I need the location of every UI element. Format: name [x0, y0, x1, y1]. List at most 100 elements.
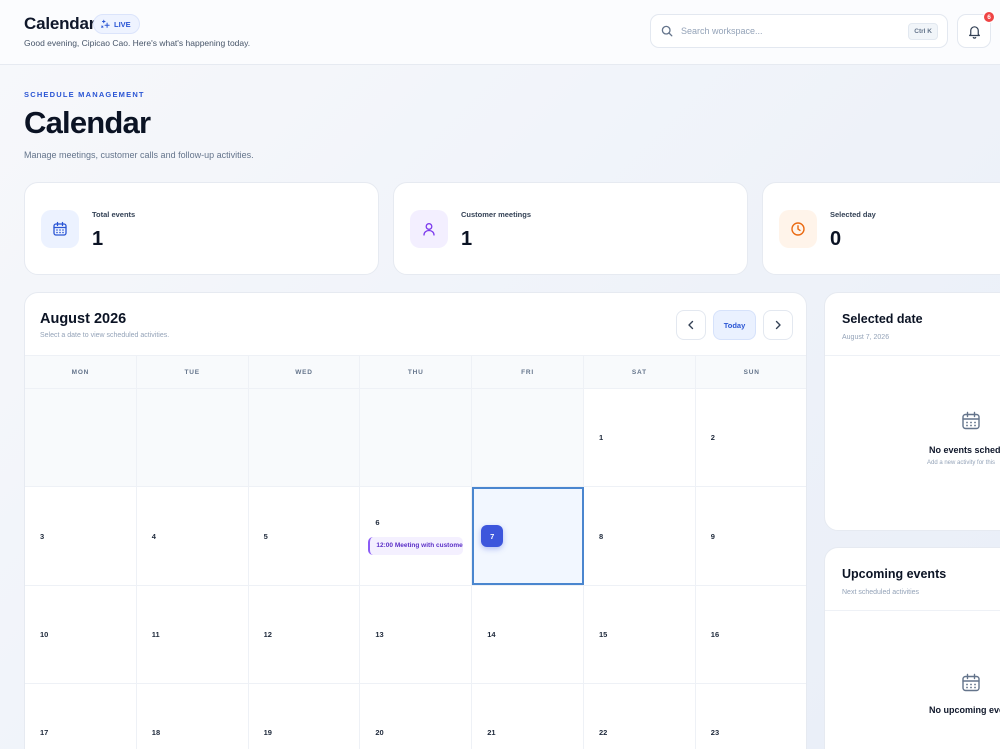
- weekday-header: MON TUE WED THU FRI SAT SUN: [25, 355, 806, 389]
- greeting-text: Good evening, Cipicao Cao. Here's what's…: [24, 38, 251, 48]
- day-number: 16: [710, 629, 720, 639]
- stat-card-total-events: Total events 1: [24, 182, 379, 275]
- calendar-day-empty: [248, 389, 361, 487]
- calendar-day[interactable]: 19: [249, 684, 361, 749]
- day-number: 19: [263, 728, 272, 738]
- day-number: 12: [263, 629, 272, 639]
- event-chip[interactable]: 12:00 Meeting with customer: [368, 536, 464, 555]
- day-number: 3: [40, 531, 45, 541]
- stat-label: Selected day: [830, 210, 876, 219]
- calendar-month-label: August 2026: [40, 311, 127, 327]
- selected-date-panel: Selected date August 7, 2026 No events s…: [824, 292, 1000, 531]
- calendar-day[interactable]: 12: [249, 585, 361, 684]
- calendar-day-selected[interactable]: 7: [472, 487, 584, 585]
- calendar-icon: [962, 673, 980, 692]
- day-number: 11: [151, 629, 160, 639]
- calendar-icon: [53, 221, 67, 236]
- calendar-day[interactable]: 17: [25, 684, 137, 749]
- day-number: 6: [375, 517, 380, 527]
- clock-icon: [791, 222, 805, 236]
- calendar-day[interactable]: 3: [25, 487, 137, 585]
- day-number: 7: [481, 525, 504, 548]
- panel-subtitle: Next scheduled activities: [842, 589, 920, 596]
- calendar-hint: Select a date to view scheduled activiti…: [40, 332, 170, 339]
- calendar-day[interactable]: 2: [696, 389, 806, 486]
- stat-value: 0: [830, 228, 842, 250]
- calendar-day[interactable]: 15: [584, 585, 696, 684]
- calendar-day[interactable]: 20: [360, 684, 473, 749]
- day-number: 10: [40, 629, 49, 639]
- day-number: 22: [598, 728, 608, 738]
- panel-title: Upcoming events: [842, 567, 947, 581]
- day-number: 8: [598, 531, 604, 541]
- search-box[interactable]: Ctrl K: [650, 14, 948, 48]
- calendar-icon: [962, 411, 980, 430]
- page-subtitle: Manage meetings, customer calls and foll…: [24, 150, 254, 160]
- user-icon: [423, 223, 435, 236]
- calendar-day[interactable]: 18: [137, 684, 249, 749]
- calendar-day[interactable]: 5: [249, 487, 361, 585]
- day-number: 9: [710, 531, 715, 541]
- section-eyebrow: SCHEDULE MANAGEMENT: [24, 90, 145, 99]
- stat-card-selected-day: Selected day 0: [762, 182, 1000, 275]
- weekday-label: TUE: [137, 356, 249, 388]
- calendar-day[interactable]: 1: [584, 389, 696, 487]
- page-title: Calendar: [24, 105, 151, 140]
- calendar-day-empty: [25, 389, 137, 487]
- calendar-day[interactable]: 10: [25, 585, 137, 684]
- upcoming-events-panel: Upcoming events Next scheduled activitie…: [824, 547, 1000, 749]
- calendar-day[interactable]: 22: [584, 684, 696, 749]
- day-number: 20: [375, 728, 384, 738]
- panel-title: Selected date: [842, 312, 923, 326]
- bell-icon: [968, 25, 980, 39]
- day-number: 23: [710, 728, 720, 738]
- search-icon: [661, 25, 673, 37]
- calendar-day[interactable]: 16: [696, 586, 806, 683]
- weekday-label: SUN: [743, 368, 760, 376]
- divider: [825, 610, 1000, 611]
- calendar-week: 10 11 12 13 14 15 16: [25, 585, 806, 685]
- weekday-label: SAT: [584, 356, 696, 388]
- next-month-button[interactable]: [763, 310, 793, 340]
- divider: [825, 355, 1000, 356]
- day-number: 15: [598, 629, 608, 639]
- stat-label: Total events: [92, 210, 136, 219]
- calendar-day[interactable]: 23: [696, 684, 806, 749]
- app-title: Calendar: [24, 14, 96, 33]
- live-badge: LIVE: [93, 14, 140, 34]
- calendar-day[interactable]: 13: [360, 585, 473, 684]
- empty-state-title: No upcoming eve: [929, 705, 1000, 715]
- day-number: 4: [151, 531, 156, 541]
- calendar-grid: 1 2 3 4 5 6 12:00 Meeting with customer …: [25, 389, 806, 749]
- day-number: 21: [487, 728, 496, 738]
- calendar-day[interactable]: 9: [696, 487, 806, 584]
- day-number: 14: [487, 629, 496, 639]
- top-bar: Calendar LIVE Good evening, Cipicao Cao.…: [0, 0, 1000, 65]
- today-button[interactable]: Today: [713, 310, 756, 340]
- calendar-day-empty: [360, 389, 473, 487]
- calendar-card: August 2026 Select a date to view schedu…: [24, 292, 807, 749]
- calendar-day[interactable]: 6 12:00 Meeting with customer: [360, 487, 473, 585]
- selected-date-label: August 7, 2026: [842, 334, 890, 341]
- stat-icon-box: [41, 210, 79, 248]
- calendar-day[interactable]: 21: [472, 684, 584, 749]
- calendar-day-empty: [136, 389, 249, 487]
- calendar-day[interactable]: 4: [137, 487, 249, 585]
- calendar-week: 3 4 5 6 12:00 Meeting with customer 7 8 …: [25, 487, 806, 586]
- calendar-day[interactable]: 11: [137, 585, 249, 684]
- live-label: LIVE: [114, 19, 131, 29]
- calendar-day[interactable]: 8: [584, 487, 696, 585]
- stat-icon-box: [410, 210, 448, 248]
- day-number: 17: [40, 728, 49, 738]
- previous-month-button[interactable]: [676, 310, 706, 340]
- empty-state-title: No events schedu: [929, 445, 1000, 455]
- stat-value: 1: [92, 228, 104, 250]
- search-input[interactable]: [681, 26, 909, 36]
- weekday-label: FRI: [472, 356, 584, 388]
- stat-value: 1: [461, 228, 473, 250]
- chevron-right-icon: [775, 320, 781, 330]
- day-number: 5: [263, 531, 268, 541]
- calendar-day[interactable]: 14: [472, 585, 584, 684]
- stat-icon-box: [779, 210, 817, 248]
- empty-state-hint: Add a new activity for this: [927, 460, 996, 466]
